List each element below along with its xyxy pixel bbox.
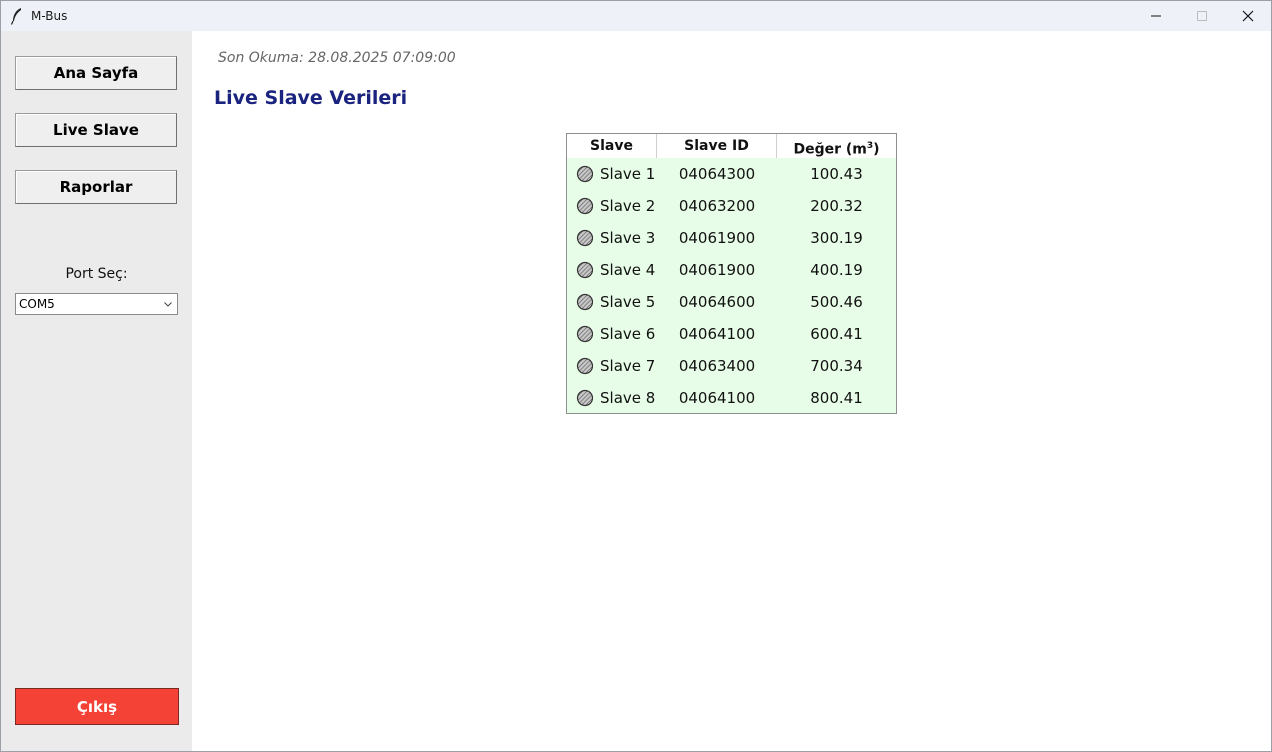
slave-name-cell: Slave 1 (567, 165, 657, 183)
status-dot-icon (576, 165, 594, 183)
feather-icon (10, 8, 21, 25)
slave-value-cell: 100.43 (810, 165, 863, 183)
table-row: Slave 6 04064100 600.41 (567, 318, 896, 350)
status-dot-icon (576, 229, 594, 247)
exit-button[interactable]: Çıkış (15, 688, 179, 725)
table-header: Slave Slave ID Değer (m3) (567, 134, 896, 158)
minimize-icon (1151, 15, 1161, 17)
table-row: Slave 3 04061900 300.19 (567, 222, 896, 254)
table-row: Slave 2 04063200 200.32 (567, 190, 896, 222)
port-select[interactable]: COM5 (15, 293, 178, 315)
live-slave-button[interactable]: Live Slave (15, 113, 177, 147)
table-row: Slave 7 04063400 700.34 (567, 350, 896, 382)
slave-value-cell: 300.19 (810, 229, 863, 247)
slave-name-cell: Slave 2 (567, 197, 657, 215)
slave-name: Slave 8 (600, 389, 656, 407)
slave-name: Slave 6 (600, 325, 656, 343)
slave-id-cell: 04064100 (678, 325, 756, 343)
slave-value-cell: 800.41 (810, 389, 863, 407)
slave-id-cell: 04064300 (678, 165, 756, 183)
reports-button[interactable]: Raporlar (15, 170, 177, 204)
slave-table: Slave Slave ID Değer (m3) Slave 1 0406430… (566, 133, 897, 414)
slave-name-cell: Slave 6 (567, 325, 657, 343)
maximize-button[interactable] (1179, 1, 1225, 31)
slave-name: Slave 5 (600, 293, 656, 311)
title-bar: M-Bus (1, 1, 1271, 31)
slave-id-cell: 04063400 (678, 357, 756, 375)
maximize-icon (1197, 11, 1207, 21)
slave-name-cell: Slave 4 (567, 261, 657, 279)
column-header-slave: Slave (567, 134, 657, 158)
column-header-value: Değer (m3) (777, 134, 896, 158)
slave-id-cell: 04064600 (678, 293, 756, 311)
slave-value-cell: 600.41 (810, 325, 863, 343)
sidebar: Ana Sayfa Live Slave Raporlar Port Seç: … (1, 31, 192, 751)
table-row: Slave 1 04064300 100.43 (567, 158, 896, 190)
slave-value-cell: 400.19 (810, 261, 863, 279)
status-dot-icon (576, 261, 594, 279)
column-header-value-close: ) (873, 141, 880, 158)
window-title: M-Bus (31, 9, 68, 23)
column-header-value-text: Değer (m (793, 141, 867, 158)
slave-id-cell: 04064100 (678, 389, 756, 407)
port-select-value: COM5 (19, 297, 55, 311)
app-window: M-Bus Ana Sayfa Live Slave Raporlar Port… (0, 0, 1272, 752)
slave-id-cell: 04061900 (678, 261, 756, 279)
status-dot-icon (576, 325, 594, 343)
slave-name: Slave 7 (600, 357, 656, 375)
slave-id-cell: 04063200 (678, 197, 756, 215)
main-content: Son Okuma: 28.08.2025 07:09:00 Live Slav… (192, 31, 1271, 751)
table-row: Slave 4 04061900 400.19 (567, 254, 896, 286)
slave-name: Slave 2 (600, 197, 656, 215)
slave-name-cell: Slave 3 (567, 229, 657, 247)
slave-id-cell: 04061900 (678, 229, 756, 247)
close-button[interactable] (1225, 1, 1271, 31)
slave-value-cell: 700.34 (810, 357, 863, 375)
page-title: Live Slave Verileri (214, 87, 408, 109)
status-dot-icon (576, 197, 594, 215)
chevron-down-icon (164, 302, 172, 307)
status-dot-icon (576, 293, 594, 311)
minimize-button[interactable] (1133, 1, 1179, 31)
status-dot-icon (576, 389, 594, 407)
last-read-timestamp: Son Okuma: 28.08.2025 07:09:00 (218, 50, 456, 66)
slave-name: Slave 1 (600, 165, 656, 183)
status-dot-icon (576, 357, 594, 375)
slave-name-cell: Slave 8 (567, 389, 657, 407)
home-button[interactable]: Ana Sayfa (15, 56, 177, 90)
column-header-slave-id: Slave ID (657, 134, 777, 158)
slave-name-cell: Slave 7 (567, 357, 657, 375)
port-label: Port Seç: (65, 266, 128, 282)
slave-name-cell: Slave 5 (567, 293, 657, 311)
table-row: Slave 8 04064100 800.41 (567, 382, 896, 414)
close-icon (1242, 10, 1254, 22)
table-row: Slave 5 04064600 500.46 (567, 286, 896, 318)
slave-value-cell: 500.46 (810, 293, 863, 311)
slave-name: Slave 4 (600, 261, 656, 279)
slave-name: Slave 3 (600, 229, 656, 247)
slave-value-cell: 200.32 (810, 197, 863, 215)
